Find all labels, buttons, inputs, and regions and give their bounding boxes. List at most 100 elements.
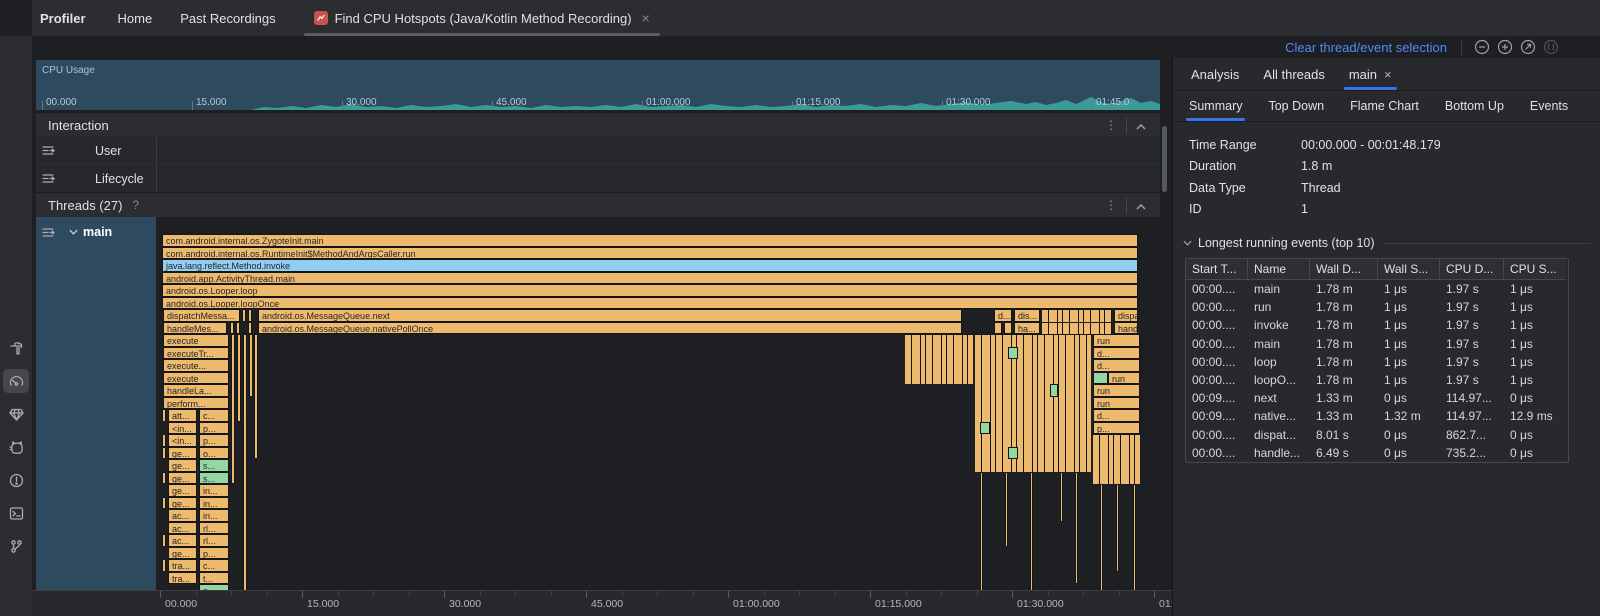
call-bar[interactable]: tra... [168,572,197,585]
call-bar[interactable] [1004,322,1012,335]
session-tab[interactable]: Find CPU Hotspots (Java/Kotlin Method Re… [304,0,660,36]
version-control-icon[interactable] [3,534,29,558]
call-bar[interactable]: dispatc... [1114,309,1138,322]
call-bar[interactable]: d... [1093,409,1140,422]
interaction-menu-icon[interactable]: ⋮ [1105,120,1117,130]
app-quality-insights-icon[interactable] [3,402,29,426]
interaction-section-header[interactable]: Interaction ⋮ [36,112,1160,138]
call-bar[interactable]: ge... [168,547,197,560]
call-bar[interactable]: d... [1093,359,1140,372]
call-bar-cluster[interactable] [1042,309,1112,322]
call-bar[interactable]: handleMes... [163,322,227,335]
call-bar[interactable]: dis... [1014,309,1040,322]
call-bar-cluster[interactable] [1093,434,1140,484]
zoom-out-icon[interactable] [1474,39,1490,55]
call-bar[interactable]: execute [163,334,229,347]
nav-home[interactable]: Home [118,11,153,26]
thread-label-column[interactable]: main [36,217,156,590]
call-bar[interactable]: ac... [168,534,197,547]
call-bar[interactable] [231,334,235,484]
call-bar[interactable] [248,309,252,322]
call-bar[interactable]: d... [994,309,1012,322]
column-header[interactable]: Start T... [1186,259,1248,280]
column-header[interactable]: CPU D... [1440,259,1504,280]
table-row[interactable]: 00:00....handle...6.49 s0 μs735.2...0 μs [1186,444,1568,462]
call-bar[interactable]: d... [1093,347,1140,360]
call-bar[interactable]: ge... [168,472,197,485]
call-bar[interactable]: s... [199,459,229,472]
call-bar[interactable]: in... [199,509,229,522]
call-bar[interactable] [249,334,253,397]
threads-help-icon[interactable]: ? [132,198,139,212]
call-bar[interactable] [1008,447,1018,460]
call-bar[interactable]: android.app.ActivityThread.main [162,272,1138,285]
call-bar[interactable]: android.os.Looper.loop [162,284,1138,297]
call-bar[interactable]: p... [1093,422,1140,435]
call-bar[interactable] [162,409,166,422]
call-bar[interactable] [1008,347,1018,360]
call-bar[interactable] [994,322,1002,335]
interaction-row-lifecycle[interactable]: Lifecycle [36,165,1160,193]
logcat-icon[interactable] [3,435,29,459]
call-bar[interactable]: execute... [163,359,229,372]
call-bar[interactable] [1060,472,1063,522]
tab-analysis[interactable]: Analysis [1184,58,1246,90]
call-bar[interactable]: android.os.MessageQueue.next [258,309,962,322]
problems-icon[interactable] [3,468,29,492]
column-header[interactable]: CPU S... [1504,259,1566,280]
vertical-scrollbar[interactable] [1162,126,1167,192]
call-bar[interactable] [1093,372,1108,385]
threads-menu-icon[interactable]: ⋮ [1105,200,1117,210]
call-bar[interactable]: o... [199,447,229,460]
events-section-header[interactable]: Longest running events (top 10) [1183,236,1591,250]
call-bar[interactable] [1116,484,1119,572]
call-bar[interactable]: java.lang.reflect.Method.invoke [162,259,1138,272]
terminal-icon[interactable] [3,501,29,525]
call-bar[interactable]: att... [168,409,197,422]
call-bar[interactable] [162,534,166,547]
collapse-events-icon[interactable] [1183,240,1192,246]
call-bar[interactable] [242,309,246,322]
table-row[interactable]: 00:00....main1.78 m1 μs1.97 s1 μs [1186,335,1568,353]
cpu-usage-track[interactable]: CPU Usage 00.00015.00030.00045.00001:00.… [36,60,1160,110]
call-bar[interactable]: <in... [168,434,197,447]
call-bar[interactable]: android.os.MessageQueue.nativePollOnce [258,322,962,335]
call-bar[interactable] [980,472,983,591]
clear-selection-link[interactable]: Clear thread/event selection [1285,40,1447,55]
call-bar[interactable]: in... [199,497,229,510]
call-bar[interactable]: ge... [168,447,197,460]
call-bar[interactable] [162,497,166,510]
zoom-in-icon[interactable] [1497,39,1513,55]
call-bar[interactable]: handle... [1114,322,1138,335]
call-bar[interactable]: com.android.internal.os.RuntimeInit$Meth… [162,247,1138,260]
call-bar[interactable]: tra... [168,559,197,572]
call-bar[interactable] [243,334,247,590]
call-bar[interactable]: p... [199,434,229,447]
call-bar[interactable]: perform... [163,397,229,410]
call-bar[interactable]: t... [199,572,229,585]
call-bar[interactable]: ha... [1014,322,1040,335]
call-bar[interactable]: ge... [168,497,197,510]
close-tab-icon[interactable]: × [642,10,650,26]
call-bar-cluster[interactable] [975,334,1091,472]
call-bar[interactable]: run [1093,384,1140,397]
call-bar[interactable]: run [1093,334,1140,347]
table-row[interactable]: 00:00....run1.78 m1 μs1.97 s1 μs [1186,298,1568,316]
call-bar[interactable] [1133,484,1136,590]
call-bar[interactable] [1005,472,1008,547]
table-row[interactable]: 00:00....invoke1.78 m1 μs1.97 s1 μs [1186,316,1568,334]
call-bar[interactable]: c... [199,559,229,572]
call-bar[interactable] [1075,472,1078,585]
column-header[interactable]: Name [1248,259,1310,280]
close-analysis-tab-icon[interactable]: × [1384,67,1392,82]
call-bar[interactable] [162,434,166,447]
call-bar[interactable] [1050,384,1058,397]
reset-zoom-icon[interactable] [1520,39,1536,55]
call-bar[interactable]: ac... [168,509,197,522]
build-icon[interactable] [3,336,29,360]
thread-name[interactable]: main [83,225,112,239]
call-bar[interactable]: rl... [199,522,229,535]
call-bar[interactable]: run [1108,372,1140,385]
call-bar[interactable] [236,322,240,335]
call-bar[interactable] [162,559,166,572]
